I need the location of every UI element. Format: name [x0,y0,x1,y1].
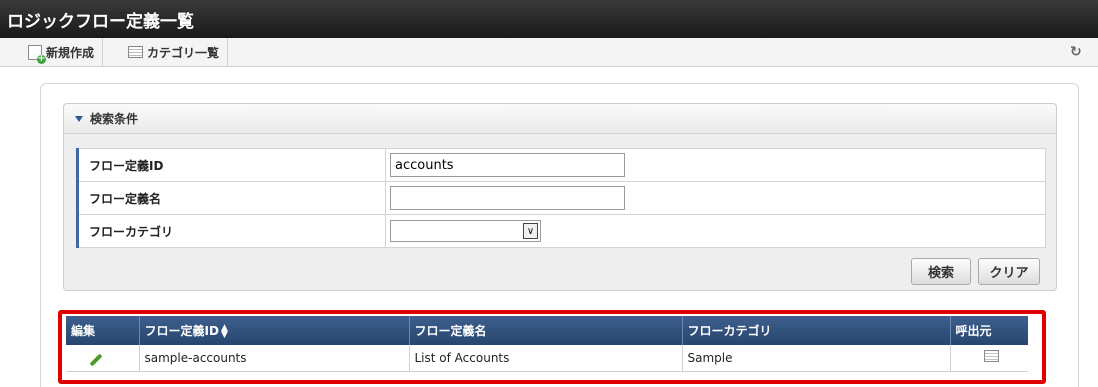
new-button[interactable]: 新規作成 [22,38,104,66]
condition-row-flow-id: フロー定義ID [76,148,1046,182]
caller-cell [950,345,1028,372]
flow-name-cell: List of Accounts [409,345,683,372]
col-edit: 編集 [66,316,140,345]
condition-row-flow-name: フロー定義名 [76,181,1046,215]
new-button-label: 新規作成 [46,45,95,60]
page-title: ロジックフロー定義一覧 [7,12,194,32]
refresh-icon[interactable]: ↻ [1070,44,1086,60]
condition-row-flow-category: フローカテゴリ ∨ [76,214,1046,248]
sort-icon[interactable]: ▲ ▼ [221,323,228,339]
flow-name-label: フロー定義名 [76,181,386,215]
flow-category-label: フローカテゴリ [76,214,386,248]
col-flow-category: フローカテゴリ [682,316,951,345]
toolbar: 新規作成 カテゴリ一覧 [0,38,1098,67]
caller-list-icon[interactable] [983,350,999,363]
pencil-edit-icon[interactable] [89,353,103,367]
flow-category-select[interactable]: ∨ [390,220,541,242]
search-panel-title: 検索条件 [90,112,139,126]
list-icon [128,46,143,58]
search-conditions: フロー定義ID フロー定義名 フローカテゴリ ∨ [76,148,1046,248]
flow-category-cell: Sample [682,345,951,372]
flow-name-input[interactable] [390,186,625,210]
category-list-button[interactable]: カテゴリ一覧 [122,38,229,66]
results-header-row: 編集 フロー定義ID ▲ ▼ フロー定義名 フローカテゴリ 呼出元 [66,316,1028,345]
edit-cell [66,345,140,372]
flow-id-cell: sample-accounts [139,345,410,372]
search-panel: 検索条件 フロー定義ID フロー定義名 フローカテゴリ ∨ 検索 クリア [63,103,1057,291]
col-flow-id-label: フロー定義ID [144,324,219,338]
search-button[interactable]: 検索 [911,258,971,285]
new-document-icon [28,44,46,64]
col-flow-name: フロー定義名 [409,316,683,345]
chevron-down-icon[interactable]: ∨ [523,223,538,239]
results-table: 編集 フロー定義ID ▲ ▼ フロー定義名 フローカテゴリ 呼出元 sample-a… [66,316,1028,372]
category-list-label: カテゴリ一覧 [147,45,220,60]
collapse-triangle-icon [75,116,83,122]
search-panel-header[interactable]: 検索条件 [64,104,1056,134]
title-bar: ロジックフロー定義一覧 [0,0,1098,38]
clear-button[interactable]: クリア [978,258,1040,285]
col-flow-id[interactable]: フロー定義ID ▲ ▼ [139,316,410,345]
col-caller: 呼出元 [950,316,1028,345]
table-row: sample-accounts List of Accounts Sample [66,345,1028,372]
flow-id-input[interactable] [390,153,625,177]
flow-id-label: フロー定義ID [76,148,386,182]
